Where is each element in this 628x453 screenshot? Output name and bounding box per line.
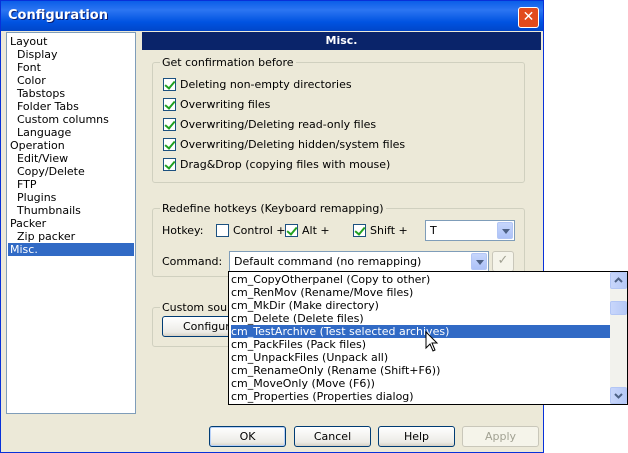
apply-button[interactable]: Apply — [462, 426, 539, 447]
list-item[interactable]: cm_RenMov (Rename/Move files) — [231, 286, 610, 299]
scrollbar[interactable] — [610, 272, 627, 404]
alt-label[interactable]: Alt + — [302, 224, 330, 237]
scroll-up-icon[interactable] — [610, 272, 627, 289]
scrollbar-thumb[interactable] — [610, 301, 627, 315]
tree-item-packer[interactable]: Packer — [10, 217, 46, 230]
tree-item-custom-columns[interactable]: Custom columns — [17, 113, 109, 126]
chevron-down-icon[interactable] — [497, 222, 513, 239]
shift-label[interactable]: Shift + — [370, 224, 408, 237]
list-item[interactable]: cm_PackFiles (Pack files) — [231, 338, 610, 351]
command-select-value: Default command (no remapping) — [234, 255, 422, 268]
panel-header: Misc. — [142, 32, 541, 50]
confirm-delete-nonempty-checkbox[interactable] — [163, 78, 176, 91]
chevron-down-icon[interactable] — [471, 253, 487, 270]
tree-item-edit-view[interactable]: Edit/View — [17, 152, 68, 165]
confirm-readonly-label[interactable]: Overwriting/Deleting read-only files — [180, 118, 376, 131]
tree-item-plugins[interactable]: Plugins — [17, 191, 56, 204]
confirm-dragdrop-label[interactable]: Drag&Drop (copying files with mouse) — [180, 158, 390, 171]
confirm-overwrite-label[interactable]: Overwriting files — [180, 98, 270, 111]
tree-item-color[interactable]: Color — [17, 74, 46, 87]
configure-button[interactable]: Configure — [162, 316, 238, 337]
alt-checkbox[interactable] — [285, 224, 298, 237]
confirm-delete-nonempty-label[interactable]: Deleting non-empty directories — [180, 78, 352, 91]
title-bar[interactable]: Configuration ✕ — [1, 1, 543, 31]
tree-item-zip-packer[interactable]: Zip packer — [17, 230, 75, 243]
tree-item-tabstops[interactable]: Tabstops — [17, 87, 65, 100]
confirm-overwrite-checkbox[interactable] — [163, 98, 176, 111]
scroll-down-icon[interactable] — [610, 387, 627, 404]
confirmation-group-label: Get confirmation before — [160, 56, 296, 69]
confirm-readonly-checkbox[interactable] — [163, 118, 176, 131]
list-item[interactable]: cm_Delete (Delete files) — [231, 312, 610, 325]
tree-item-display[interactable]: Display — [17, 48, 58, 61]
key-select[interactable]: T — [425, 220, 515, 241]
close-icon[interactable]: ✕ — [518, 7, 539, 28]
tree-item-ftp[interactable]: FTP — [17, 178, 37, 191]
shift-checkbox[interactable] — [353, 224, 366, 237]
settings-tree[interactable]: Layout Display Font Color Tabstops Folde… — [6, 32, 136, 414]
mouse-cursor-icon — [425, 331, 439, 352]
command-select[interactable]: Default command (no remapping) — [229, 251, 489, 272]
list-item[interactable]: cm_Properties (Properties dialog) — [231, 390, 610, 403]
list-item[interactable]: cm_CopyOtherpanel (Copy to other) — [231, 273, 610, 286]
list-item[interactable]: cm_UnpackFiles (Unpack all) — [231, 351, 610, 364]
tree-item-layout[interactable]: Layout — [10, 35, 47, 48]
tree-item-operation[interactable]: Operation — [10, 139, 65, 152]
hotkeys-group-label: Redefine hotkeys (Keyboard remapping) — [160, 202, 386, 215]
list-item-highlighted[interactable]: cm_TestArchive (Test selected archives) — [231, 325, 610, 338]
tree-item-font[interactable]: Font — [17, 61, 41, 74]
list-item[interactable]: cm_RenameOnly (Rename (Shift+F6)) — [231, 364, 610, 377]
window-title: Configuration — [8, 8, 108, 23]
confirm-hidden-label[interactable]: Overwriting/Deleting hidden/system files — [180, 138, 405, 151]
ok-button[interactable]: OK — [209, 426, 286, 447]
tree-item-copy-delete[interactable]: Copy/Delete — [17, 165, 85, 178]
tree-item-thumbnails[interactable]: Thumbnails — [17, 204, 81, 217]
tree-item-folder-tabs[interactable]: Folder Tabs — [17, 100, 79, 113]
hotkey-label: Hotkey: — [162, 224, 204, 237]
checkmark-icon[interactable]: ✓ — [492, 251, 514, 272]
control-checkbox[interactable] — [216, 224, 229, 237]
confirm-dragdrop-checkbox[interactable] — [163, 158, 176, 171]
tree-item-misc[interactable]: Misc. — [8, 243, 134, 256]
list-item[interactable]: cm_MoveOnly (Move (F6)) — [231, 377, 610, 390]
list-item[interactable]: cm_MkDir (Make directory) — [231, 299, 610, 312]
key-select-value: T — [430, 224, 437, 237]
tree-item-language[interactable]: Language — [17, 126, 71, 139]
confirm-hidden-checkbox[interactable] — [163, 138, 176, 151]
control-label[interactable]: Control + — [233, 224, 285, 237]
cancel-button[interactable]: Cancel — [294, 426, 371, 447]
help-button[interactable]: Help — [378, 426, 455, 447]
command-label: Command: — [162, 255, 223, 268]
